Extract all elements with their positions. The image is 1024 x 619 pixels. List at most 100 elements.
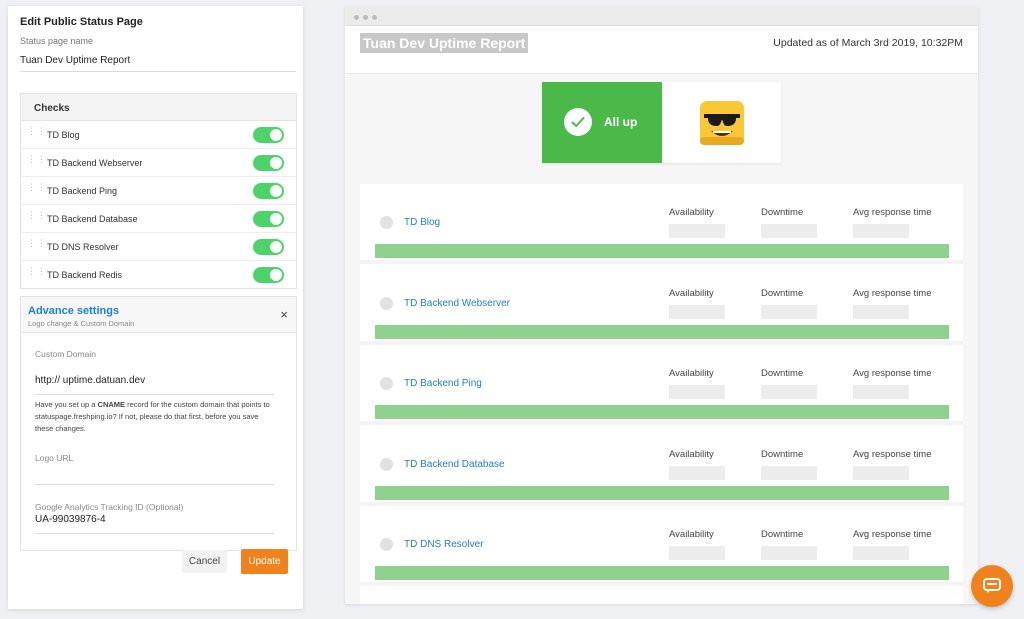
column-label: Avg response time xyxy=(853,368,932,379)
status-dot xyxy=(380,377,393,390)
uptime-bar xyxy=(375,244,949,258)
panel-title: Edit Public Status Page xyxy=(20,16,143,28)
service-name[interactable]: TD Blog xyxy=(404,217,440,228)
metric-placeholder xyxy=(669,385,725,399)
uptime-bar xyxy=(375,405,949,419)
drag-handle-icon[interactable]: ⋮⋮ xyxy=(27,211,46,224)
checks-header: Checks xyxy=(21,94,296,121)
uptime-bar xyxy=(375,566,949,580)
service-row: TD DNS Resolver Availability Downtime Avg r… xyxy=(360,506,963,586)
overall-status-card: All up xyxy=(542,82,781,163)
status-dot xyxy=(380,296,393,310)
uptime-bar xyxy=(375,324,949,339)
metric-placeholder xyxy=(669,304,725,319)
check-toggle[interactable] xyxy=(253,183,284,199)
check-row: ⋮⋮ TD Backend Database xyxy=(21,205,296,233)
close-icon[interactable]: × xyxy=(280,307,288,322)
drag-handle-icon[interactable]: ⋮⋮ xyxy=(27,183,46,196)
uptime-bar xyxy=(375,485,949,500)
column-label: Avg response time xyxy=(853,287,932,299)
column-label: Availability xyxy=(669,287,714,299)
service-name[interactable]: TD DNS Resolver xyxy=(404,539,483,550)
metric-placeholder xyxy=(761,465,817,480)
service-row: TD Backend Webserver Availability Downtime… xyxy=(360,265,963,345)
column-label: Avg response time xyxy=(853,207,932,218)
services-list: TD Blog Availability Downtime Avg response … xyxy=(360,184,963,604)
window-dot-icon xyxy=(363,15,368,20)
check-toggle[interactable] xyxy=(253,267,284,283)
drag-handle-icon[interactable]: ⋮⋮ xyxy=(27,127,46,140)
logo-url-input[interactable] xyxy=(35,465,274,485)
drag-handle-icon[interactable]: ⋮⋮ xyxy=(27,155,46,168)
check-name: TD DNS Resolver xyxy=(47,242,119,252)
sunglasses-emoji-icon xyxy=(698,99,746,147)
window-dot-icon xyxy=(354,15,359,20)
column-label: Availability xyxy=(669,368,714,379)
cname-note: Have you set up a CNAME record for the c… xyxy=(35,400,270,433)
service-name[interactable]: TD Backend Ping xyxy=(404,378,482,389)
service-row: TD Backend Ping Availability Downtime Avg r… xyxy=(360,345,963,425)
metric-placeholder xyxy=(761,546,817,560)
check-name: TD Backend Redis xyxy=(47,270,123,280)
custom-domain-label: Custom Domain xyxy=(35,349,96,359)
column-label: Availability xyxy=(669,529,714,540)
service-name[interactable]: TD Backend Webserver xyxy=(404,298,510,309)
check-toggle[interactable] xyxy=(253,239,284,255)
chat-icon xyxy=(983,578,1001,593)
preview-title: Tuan Dev Uptime Report xyxy=(360,33,529,53)
all-up-label: All up xyxy=(604,115,638,129)
cancel-button[interactable]: Cancel xyxy=(182,550,227,573)
column-label: Downtime xyxy=(761,207,804,218)
status-page-preview: Tuan Dev Uptime Report Updated as of Mar… xyxy=(345,7,978,604)
drag-handle-icon[interactable]: ⋮⋮ xyxy=(27,239,46,252)
check-row: ⋮⋮ TD Blog xyxy=(21,121,296,149)
drag-handle-icon[interactable]: ⋮⋮ xyxy=(27,267,46,280)
metric-placeholder xyxy=(853,465,909,480)
column-label: Downtime xyxy=(761,529,804,540)
chat-bubble-button[interactable] xyxy=(971,565,1013,607)
checks-list: Checks ⋮⋮ TD Blog ⋮⋮ TD Backend Webserver ⋮⋮… xyxy=(20,93,297,289)
metric-placeholder xyxy=(669,465,725,480)
logo-url-label: Logo URL xyxy=(35,453,74,463)
edit-panel: Edit Public Status Page Status page name… xyxy=(8,6,303,609)
status-dot xyxy=(380,538,393,551)
metric-placeholder xyxy=(853,546,909,560)
column-label: Availability xyxy=(669,448,714,460)
metric-placeholder xyxy=(761,304,817,319)
column-label: Avg response time xyxy=(853,529,932,540)
metric-placeholder xyxy=(853,385,909,399)
checkmark-icon xyxy=(564,108,592,136)
column-label: Downtime xyxy=(761,448,804,460)
check-name: TD Backend Webserver xyxy=(47,158,143,168)
check-name: TD Blog xyxy=(47,130,80,140)
updated-timestamp: Updated as of March 3rd 2019, 10:32PM xyxy=(773,37,963,49)
status-page-name-label: Status page name xyxy=(20,36,94,46)
metric-placeholder xyxy=(853,304,909,319)
service-name[interactable]: TD Backend Database xyxy=(404,459,505,470)
check-name: TD Backend Database xyxy=(47,214,138,224)
check-name: TD Backend Ping xyxy=(47,186,118,196)
column-label: Downtime xyxy=(761,368,804,379)
metric-placeholder xyxy=(853,224,909,238)
advanced-settings: Advance settings Logo change & Custom Do… xyxy=(20,296,297,551)
ga-tracking-input[interactable]: UA-99039876-4 xyxy=(35,514,274,534)
metric-placeholder xyxy=(761,224,817,238)
window-dot-icon xyxy=(372,15,377,20)
all-up-banner: All up xyxy=(542,82,662,163)
column-label: Downtime xyxy=(761,287,804,299)
preview-header: Tuan Dev Uptime Report Updated as of Mar… xyxy=(345,26,978,74)
check-toggle[interactable] xyxy=(253,155,284,171)
update-button[interactable]: Update xyxy=(241,549,288,574)
ga-tracking-label: Google Analytics Tracking ID (Optional) xyxy=(35,502,184,512)
advanced-settings-title[interactable]: Advance settings xyxy=(28,305,119,317)
check-toggle[interactable] xyxy=(253,127,284,143)
check-row: ⋮⋮ TD DNS Resolver xyxy=(21,233,296,261)
service-row: TD Backend Database Availability Downtime A… xyxy=(360,426,963,506)
check-toggle[interactable] xyxy=(253,211,284,227)
service-row: TD Blog Availability Downtime Avg response … xyxy=(360,184,963,264)
custom-domain-input[interactable]: http:// uptime.datuan.dev xyxy=(35,375,274,395)
status-page-name-input[interactable] xyxy=(20,50,296,72)
status-dot xyxy=(380,457,393,471)
check-row: ⋮⋮ TD Backend Redis xyxy=(21,261,296,289)
advanced-settings-header: Advance settings Logo change & Custom Do… xyxy=(21,297,296,333)
